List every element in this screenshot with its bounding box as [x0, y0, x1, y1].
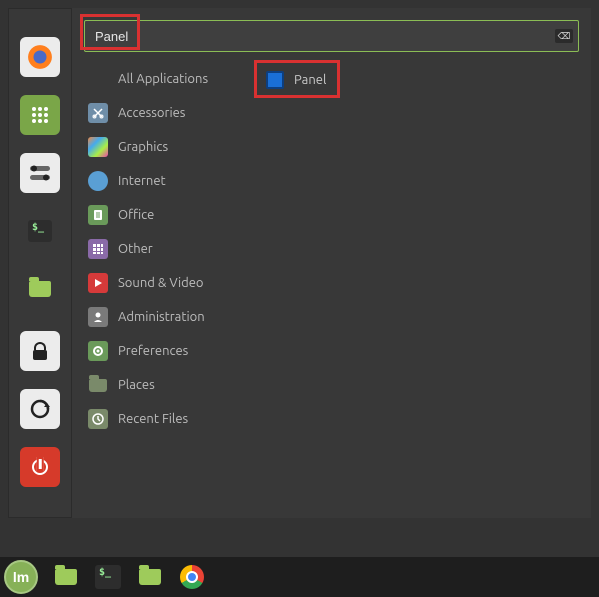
backspace-icon: ⌫	[558, 31, 571, 41]
category-graphics[interactable]: Graphics	[84, 130, 244, 164]
admin-icon	[88, 307, 108, 327]
chrome-icon	[180, 565, 204, 589]
category-office[interactable]: Office	[84, 198, 244, 232]
logout-button[interactable]	[20, 389, 60, 429]
category-accessories[interactable]: Accessories	[84, 96, 244, 130]
folder-icon	[139, 569, 161, 585]
category-other[interactable]: Other	[84, 232, 244, 266]
category-label: Accessories	[118, 106, 185, 120]
favorite-files[interactable]	[20, 269, 60, 309]
panel-icon	[266, 71, 284, 89]
category-label: Internet	[118, 174, 166, 188]
taskbar: lm $_	[0, 557, 599, 597]
folder-icon	[29, 281, 51, 297]
category-label: Recent Files	[118, 412, 188, 426]
toggle-icon	[29, 164, 51, 182]
menu-main: ⌫ All Applications Accessories Graph	[72, 8, 591, 518]
category-administration[interactable]: Administration	[84, 300, 244, 334]
category-label: Graphics	[118, 140, 168, 154]
category-all-applications[interactable]: All Applications	[84, 62, 244, 96]
favorite-terminal[interactable]: $_	[20, 211, 60, 251]
taskbar-files[interactable]	[52, 563, 80, 591]
category-label: Sound & Video	[118, 276, 204, 290]
mint-logo-icon: lm	[11, 567, 31, 587]
result-label: Panel	[294, 73, 326, 87]
lock-icon	[33, 342, 47, 360]
taskbar-chrome[interactable]	[178, 563, 206, 591]
logout-icon	[30, 399, 50, 419]
lock-button[interactable]	[20, 331, 60, 371]
result-panel[interactable]: Panel	[260, 64, 591, 96]
category-internet[interactable]: Internet	[84, 164, 244, 198]
category-label: Preferences	[118, 344, 188, 358]
play-icon	[88, 273, 108, 293]
grid-icon	[31, 106, 49, 124]
document-icon	[88, 205, 108, 225]
recent-icon	[88, 409, 108, 429]
power-icon	[32, 459, 48, 475]
application-menu: $_ ⌫ All Applications	[8, 8, 591, 518]
category-label: Office	[118, 208, 154, 222]
search-wrap: ⌫	[84, 20, 579, 52]
terminal-icon: $_	[95, 565, 121, 589]
folder-icon	[55, 569, 77, 585]
category-label: Places	[118, 378, 155, 392]
scissors-icon	[88, 103, 108, 123]
taskbar-terminal[interactable]: $_	[94, 563, 122, 591]
palette-icon	[88, 137, 108, 157]
category-label: All Applications	[118, 72, 208, 86]
start-button[interactable]: lm	[4, 560, 38, 594]
taskbar-file-manager[interactable]	[136, 563, 164, 591]
grid-icon	[88, 239, 108, 259]
category-recent-files[interactable]: Recent Files	[84, 402, 244, 436]
category-label: Administration	[118, 310, 205, 324]
folder-icon	[88, 375, 108, 395]
results-list: Panel	[244, 62, 591, 518]
clear-search-button[interactable]: ⌫	[555, 29, 573, 43]
category-list: All Applications Accessories Graphics In…	[84, 62, 244, 518]
menu-content: All Applications Accessories Graphics In…	[72, 62, 591, 518]
category-places[interactable]: Places	[84, 368, 244, 402]
shutdown-button[interactable]	[20, 447, 60, 487]
terminal-icon: $_	[28, 220, 52, 242]
firefox-icon	[27, 44, 53, 70]
svg-text:lm: lm	[13, 569, 29, 585]
gear-icon	[88, 341, 108, 361]
globe-icon	[88, 171, 108, 191]
favorites-sidebar: $_	[8, 8, 72, 518]
favorite-apps[interactable]	[20, 95, 60, 135]
category-preferences[interactable]: Preferences	[84, 334, 244, 368]
spacer-icon	[88, 69, 108, 89]
favorite-settings[interactable]	[20, 153, 60, 193]
search-input[interactable]	[84, 20, 579, 52]
favorite-firefox[interactable]	[20, 37, 60, 77]
category-label: Other	[118, 242, 153, 256]
category-sound-video[interactable]: Sound & Video	[84, 266, 244, 300]
